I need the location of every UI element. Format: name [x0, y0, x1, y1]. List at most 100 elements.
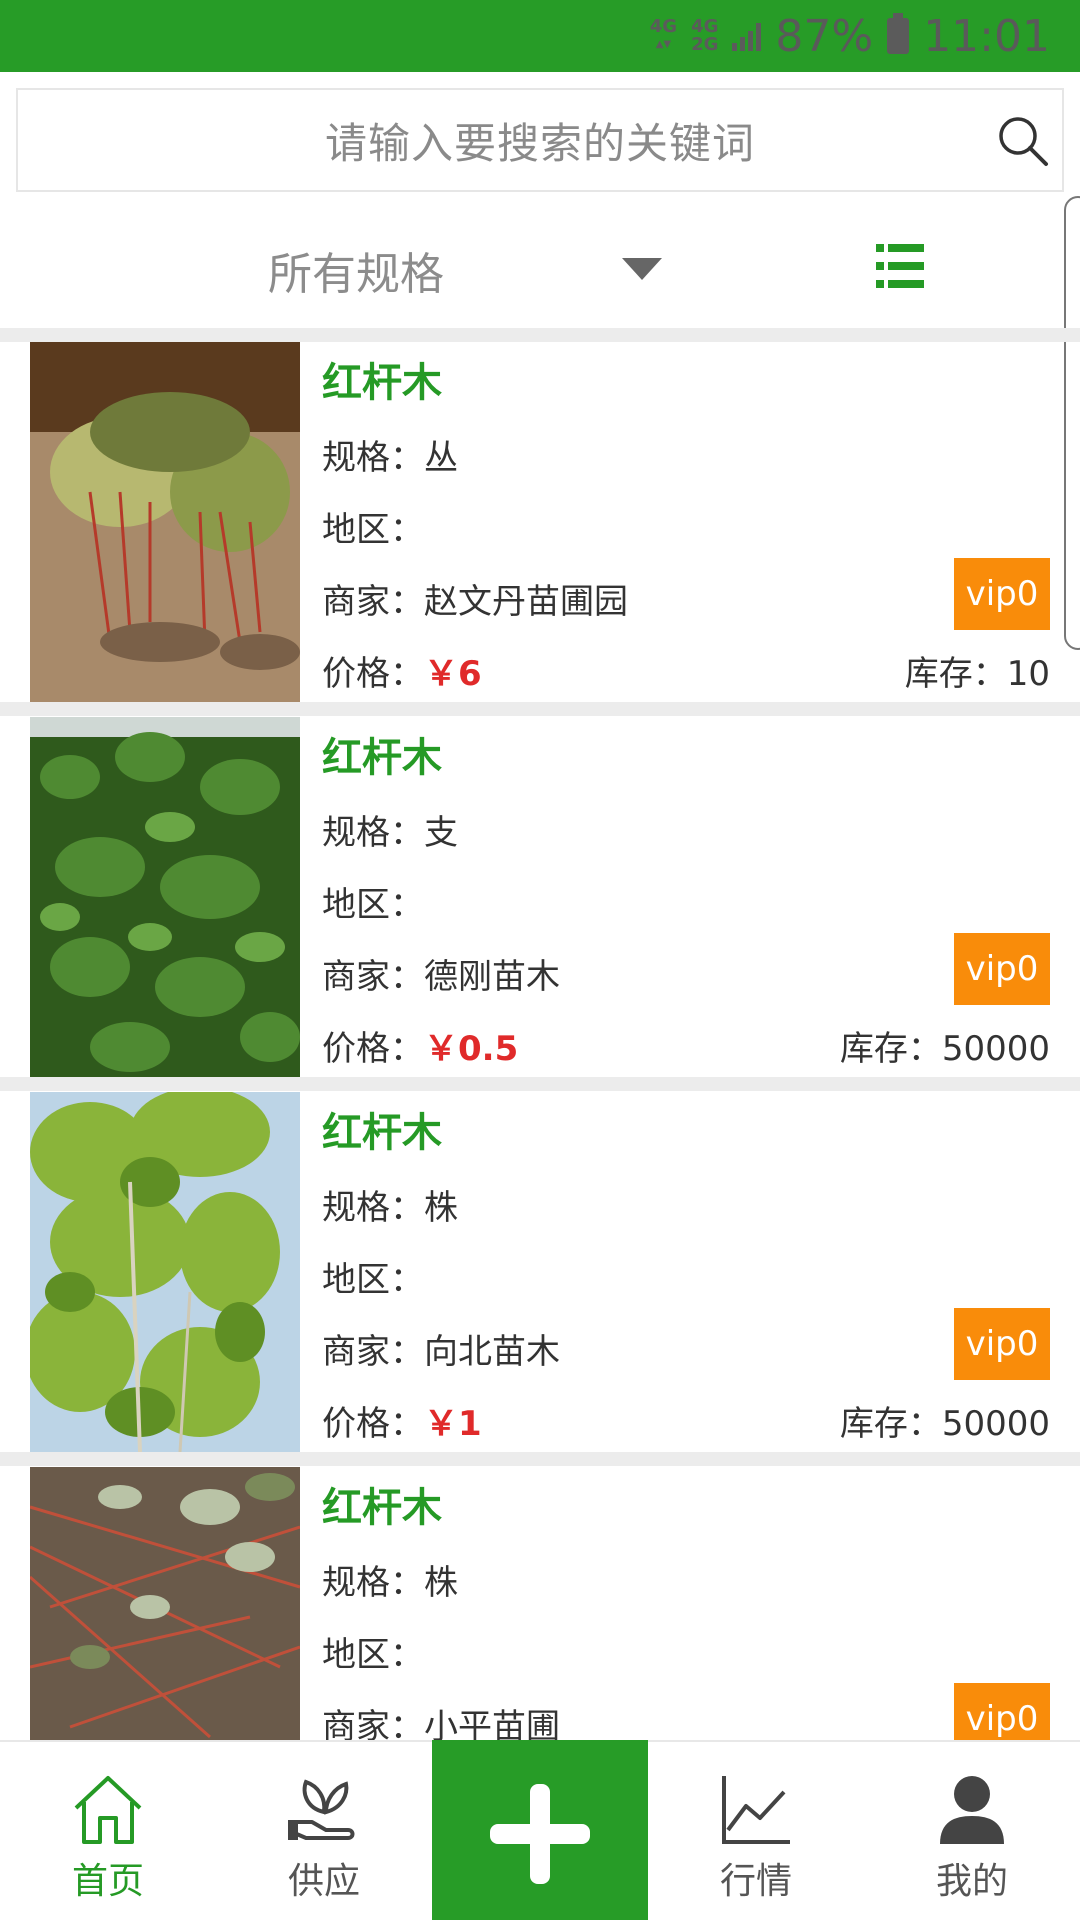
stock-label: 库存：	[839, 1404, 942, 1444]
side-drawer-handle[interactable]	[1064, 196, 1080, 650]
network-indicator-2: 4G 2G	[691, 18, 718, 54]
search-icon[interactable]	[994, 112, 1050, 168]
battery-icon	[887, 13, 910, 54]
spec-value: 支	[424, 813, 458, 853]
trend-chart-icon	[722, 1776, 790, 1844]
merchant-row: 商家：向北苗木	[322, 1324, 560, 1373]
merchant-label: 商家：	[322, 1332, 424, 1372]
home-icon	[74, 1776, 142, 1844]
region-row: 地区：	[322, 877, 424, 926]
product-name[interactable]: 红杆木	[322, 1475, 442, 1533]
plus-icon	[490, 1784, 590, 1884]
price-row: 价格：￥6	[322, 646, 482, 695]
region-label: 地区：	[322, 1260, 424, 1300]
price-label: 价格：	[322, 654, 424, 694]
user-icon	[940, 1776, 1004, 1844]
stock-value: 10	[1006, 654, 1050, 694]
clock: 11:01	[923, 10, 1050, 62]
merchant-row: 商家：德刚苗木	[322, 949, 560, 998]
product-image[interactable]	[30, 1092, 300, 1452]
vip-badge: vip0	[954, 1683, 1050, 1740]
network-label: 4G	[649, 16, 678, 37]
spec-label: 规格：	[322, 813, 424, 853]
spec-row: 规格：株	[322, 1555, 458, 1604]
network-label-bottom: 2G	[691, 34, 719, 55]
stock-label: 库存：	[839, 1029, 942, 1069]
product-image[interactable]	[30, 1467, 300, 1740]
vip-badge: vip0	[954, 1308, 1050, 1380]
list-view-icon[interactable]	[876, 242, 924, 290]
battery-percent: 87%	[775, 10, 874, 62]
region-row: 地区：	[322, 1252, 424, 1301]
nav-home[interactable]: 首页	[0, 1742, 216, 1920]
spec-value: 株	[424, 1563, 458, 1603]
search-input[interactable]: 请输入要搜索的关键词	[325, 110, 755, 171]
product-image[interactable]	[30, 342, 300, 702]
product-card[interactable]: 红杆木 规格：支 地区： 商家：德刚苗木 价格：￥0.5 vip0 库存：500…	[0, 717, 1064, 1077]
price-row: 价格：￥0.5	[322, 1021, 518, 1070]
merchant-value: 小平苗圃	[424, 1707, 560, 1740]
merchant-value: 向北苗木	[424, 1332, 560, 1372]
signal-icon	[732, 21, 762, 51]
merchant-row: 商家：赵文丹苗圃园	[322, 574, 628, 623]
nav-supply[interactable]: 供应	[216, 1742, 432, 1920]
price-value: ￥0.5	[424, 1029, 519, 1069]
nav-publish-button[interactable]	[432, 1740, 648, 1920]
divider	[0, 328, 1080, 342]
price-row: 价格：￥1	[322, 1396, 482, 1445]
vip-badge: vip0	[954, 933, 1050, 1005]
spec-value: 丛	[424, 438, 458, 478]
spec-label: 规格：	[322, 438, 424, 478]
price-label: 价格：	[322, 1404, 424, 1444]
nav-market-label: 行情	[719, 1861, 792, 1902]
merchant-value: 德刚苗木	[424, 957, 560, 997]
stock-value: 50000	[941, 1029, 1050, 1069]
region-label: 地区：	[322, 885, 424, 925]
region-row: 地区：	[322, 502, 424, 551]
product-name[interactable]: 红杆木	[322, 1100, 442, 1158]
region-row: 地区：	[322, 1627, 424, 1676]
price-value: ￥6	[424, 654, 482, 694]
spec-value: 株	[424, 1188, 458, 1228]
product-card[interactable]: 红杆木 规格：株 地区： 商家：向北苗木 价格：￥1 vip0 库存：50000	[0, 1092, 1064, 1452]
price-value: ￥1	[424, 1404, 482, 1444]
search-bar[interactable]: 请输入要搜索的关键词	[16, 88, 1064, 192]
divider	[0, 1077, 1080, 1091]
price-label: 价格：	[322, 1029, 424, 1069]
spec-row: 规格：支	[322, 805, 458, 854]
region-label: 地区：	[322, 1635, 424, 1675]
region-label: 地区：	[322, 510, 424, 550]
spec-filter-dropdown[interactable]: 所有规格	[268, 238, 444, 302]
product-card[interactable]: 红杆木 规格：丛 地区： 商家：赵文丹苗圃园 价格：￥6 vip0 库存：10	[0, 342, 1064, 702]
divider	[0, 702, 1080, 716]
stock-row: 库存：50000	[840, 1021, 1050, 1070]
network-indicator: 4G ▲▼	[649, 16, 678, 51]
bottom-nav: 首页 供应 行情 我的	[0, 1740, 1080, 1920]
stock-row: 库存：50000	[840, 1396, 1050, 1445]
merchant-label: 商家：	[322, 1707, 424, 1740]
nav-supply-label: 供应	[287, 1861, 360, 1902]
vip-badge: vip0	[954, 558, 1050, 630]
merchant-value: 赵文丹苗圃园	[424, 582, 628, 622]
filter-bar: 所有规格	[0, 206, 1080, 326]
spec-row: 规格：株	[322, 1180, 458, 1229]
product-card[interactable]: 红杆木 规格：株 地区： 商家：小平苗圃 vip0	[0, 1467, 1064, 1740]
product-name[interactable]: 红杆木	[322, 725, 442, 783]
stock-value: 50000	[941, 1404, 1050, 1444]
merchant-row: 商家：小平苗圃	[322, 1699, 560, 1740]
nav-mine[interactable]: 我的	[864, 1742, 1080, 1920]
spec-label: 规格：	[322, 1563, 424, 1603]
spec-label: 规格：	[322, 1188, 424, 1228]
product-image[interactable]	[30, 717, 300, 1077]
nav-market[interactable]: 行情	[648, 1742, 864, 1920]
merchant-label: 商家：	[322, 582, 424, 622]
divider	[0, 1452, 1080, 1466]
stock-label: 库存：	[904, 654, 1007, 694]
product-name[interactable]: 红杆木	[322, 350, 442, 408]
status-bar: 4G ▲▼ 4G 2G 87% 11:01	[0, 0, 1080, 72]
nav-home-label: 首页	[71, 1861, 144, 1902]
caret-down-icon[interactable]	[622, 258, 662, 280]
stock-row: 库存：10	[905, 646, 1050, 695]
plant-hand-icon	[288, 1779, 355, 1840]
spec-row: 规格：丛	[322, 430, 458, 479]
